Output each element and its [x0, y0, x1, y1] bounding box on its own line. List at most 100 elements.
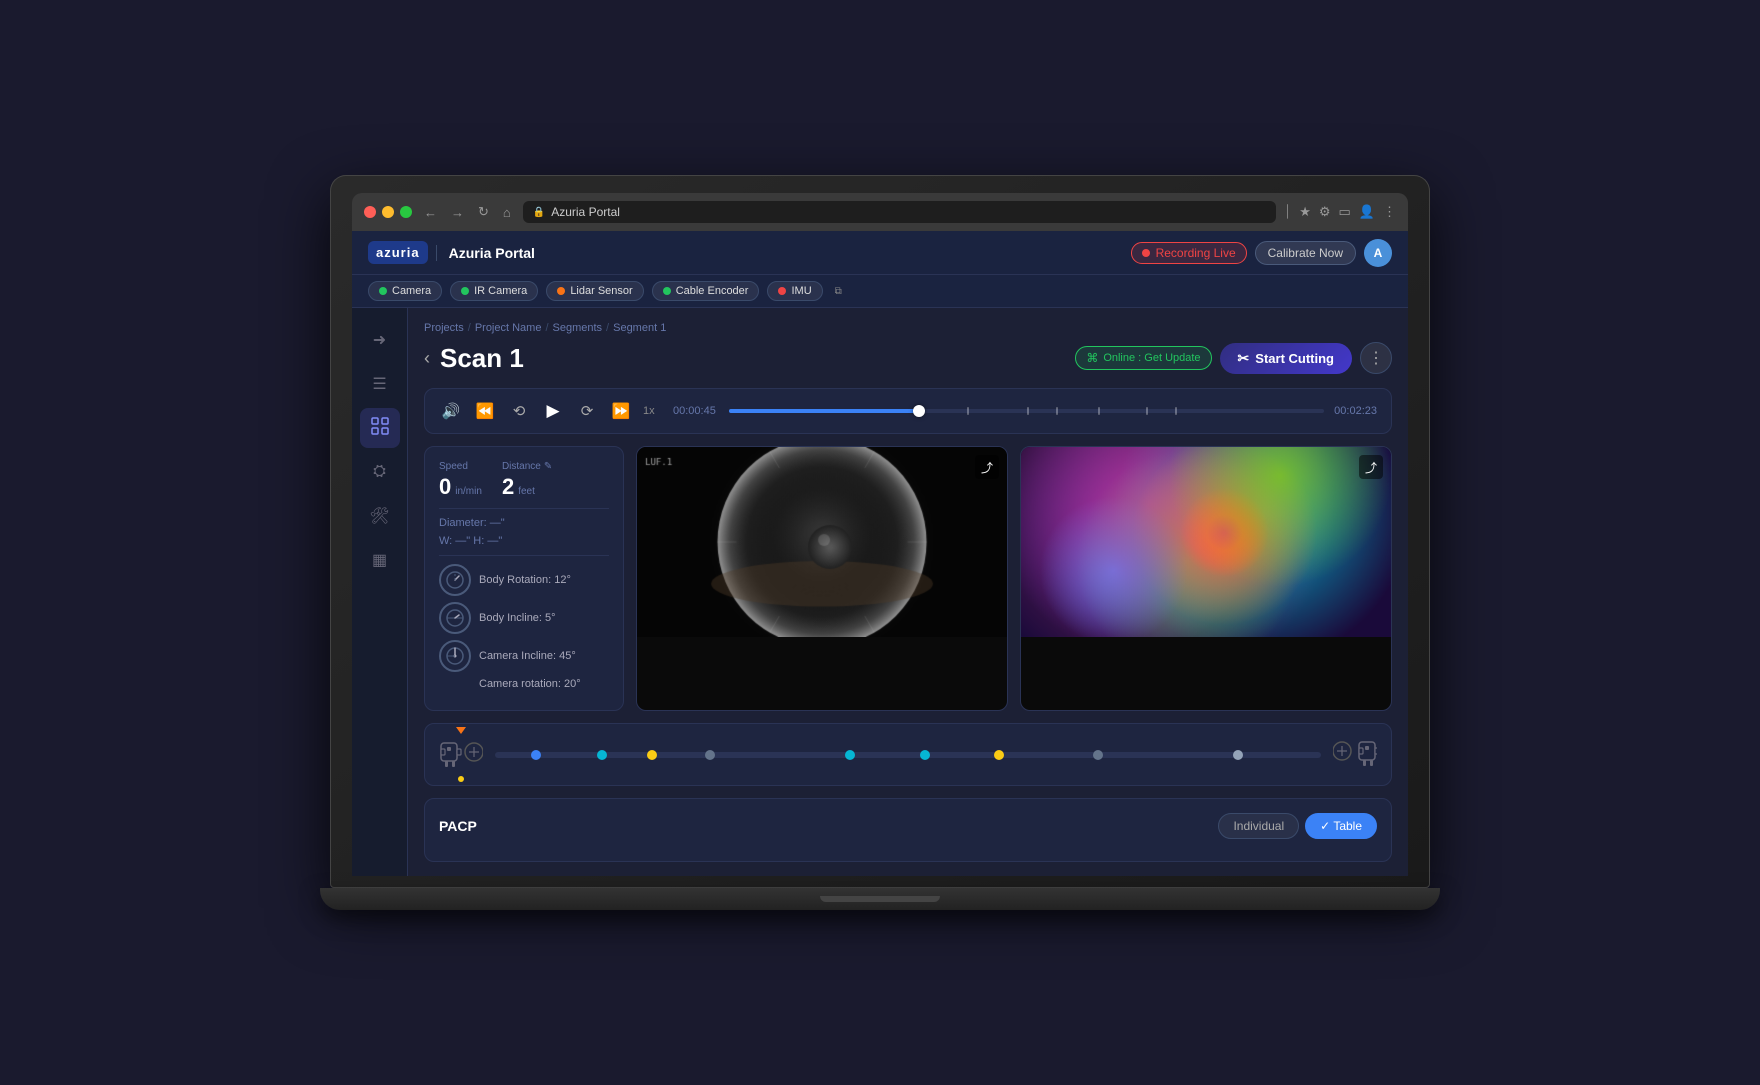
timeline-dot-7[interactable]	[1093, 750, 1103, 760]
play-button[interactable]: ▶	[541, 399, 565, 423]
breadcrumb: Projects / Project Name / Segments / Seg…	[424, 322, 1392, 334]
speed-distance-row: Speed 0 in/min Distance	[439, 461, 609, 500]
breadcrumb-segment1[interactable]: Segment 1	[613, 322, 666, 334]
refresh-nav-icon[interactable]: ↻	[474, 202, 493, 222]
start-cutting-button[interactable]: ✂ Start Cutting	[1220, 343, 1352, 374]
laptop-shell: ← → ↻ ⌂ 🔒 Azuria Portal ⏐ ★ ⚙ ▭ 👤 ⋮	[330, 175, 1430, 910]
user-avatar[interactable]: A	[1364, 239, 1392, 267]
speed-label: Speed	[439, 461, 482, 472]
extension-icon[interactable]: ⚙	[1319, 204, 1331, 220]
body-incline-text: Body Incline: 5°	[479, 612, 556, 624]
browser-close-btn[interactable]	[364, 206, 376, 218]
logo-text: azuria	[376, 245, 420, 260]
sidebar-item-list[interactable]: ☰	[360, 364, 400, 404]
back-nav-icon[interactable]: ←	[420, 203, 441, 222]
list-icon: ☰	[372, 374, 386, 394]
sidebar-toggle-icon[interactable]: ▭	[1339, 204, 1351, 220]
top-bar: azuria Azuria Portal Recording Live Cali…	[352, 231, 1408, 275]
browser-address-bar[interactable]: 🔒 Azuria Portal	[523, 201, 1276, 223]
skip-back-button[interactable]: ⟲	[507, 399, 531, 423]
browser-nav-icons: ← → ↻ ⌂	[420, 202, 515, 222]
timeline-dot-6[interactable]	[994, 750, 1004, 760]
expand-camera-icon[interactable]: ⤴	[975, 455, 999, 479]
sensor-cable-encoder[interactable]: Cable Encoder	[652, 281, 760, 301]
browser-min-btn[interactable]	[382, 206, 394, 218]
sidebar-item-report[interactable]: ▦	[360, 540, 400, 580]
timeline-dot-1[interactable]	[597, 750, 607, 760]
home-nav-icon[interactable]: ⌂	[499, 203, 515, 222]
timeline-dot-4[interactable]	[845, 750, 855, 760]
scan-icon	[371, 417, 389, 440]
end-time: 00:02:23	[1334, 405, 1377, 417]
metrics-panel: Speed 0 in/min Distance	[424, 446, 624, 711]
bookmark-icon[interactable]: ★	[1299, 204, 1311, 220]
breadcrumb-segments[interactable]: Segments	[553, 322, 603, 334]
sidebar-item-settings[interactable]: ⛭	[360, 452, 400, 492]
sidebar-item-navigate[interactable]: ➜	[360, 320, 400, 360]
timeline-end-robot	[1333, 734, 1377, 775]
timeline-dot-5[interactable]	[920, 750, 930, 760]
distance-label: Distance ✎	[502, 461, 552, 472]
lidar-status-dot	[557, 287, 565, 295]
browser-chrome: ← → ↻ ⌂ 🔒 Azuria Portal ⏐ ★ ⚙ ▭ 👤 ⋮	[352, 193, 1408, 876]
sensor-lidar[interactable]: Lidar Sensor	[546, 281, 643, 301]
timeline-dot-3[interactable]	[705, 750, 715, 760]
pacp-header: PACP Individual ✓ Table	[439, 813, 1377, 839]
browser-max-btn[interactable]	[400, 206, 412, 218]
recording-dot	[1142, 249, 1150, 257]
body-rotation-text: Body Rotation: 12°	[479, 574, 571, 586]
calibrate-button[interactable]: Calibrate Now	[1255, 241, 1356, 265]
breadcrumb-project-name[interactable]: Project Name	[475, 322, 542, 334]
start-cutting-label: Start Cutting	[1255, 351, 1334, 366]
body-rotation-icon	[439, 564, 471, 596]
browser-title-bar: ← → ↻ ⌂ 🔒 Azuria Portal ⏐ ★ ⚙ ▭ 👤 ⋮	[352, 193, 1408, 231]
track-marker-2	[1027, 407, 1029, 415]
player-track[interactable]	[729, 409, 1324, 413]
timeline-track[interactable]	[495, 752, 1321, 758]
external-link-icon[interactable]: ⧉	[835, 286, 842, 297]
account-icon[interactable]: 👤	[1359, 204, 1375, 220]
lock-icon: 🔒	[533, 207, 545, 218]
forward-nav-icon[interactable]: →	[447, 203, 468, 222]
sensor-camera[interactable]: Camera	[368, 281, 442, 301]
app-title: Azuria Portal	[436, 245, 535, 261]
sidebar-item-scan[interactable]	[360, 408, 400, 448]
sensor-ir-camera[interactable]: IR Camera	[450, 281, 538, 301]
table-view-button[interactable]: ✓ Table	[1305, 813, 1377, 839]
more-options-button[interactable]: ⋮	[1360, 342, 1392, 374]
timeline-section	[424, 723, 1392, 786]
volume-button[interactable]: 🔊	[439, 399, 463, 423]
metrics-divider-2	[439, 555, 609, 556]
diameter-row: Diameter: —"	[439, 517, 609, 529]
player-thumb[interactable]	[913, 405, 925, 417]
share-icon[interactable]: ⏐	[1284, 204, 1291, 220]
page-header-left: ‹ Scan 1	[424, 343, 524, 374]
app-container: azuria Azuria Portal Recording Live Cali…	[352, 231, 1408, 876]
timeline-dot-2[interactable]	[647, 750, 657, 760]
fast-forward-button[interactable]: ⏩	[609, 399, 633, 423]
playback-speed[interactable]: 1x	[643, 405, 663, 417]
content-area: Projects / Project Name / Segments / Seg…	[408, 308, 1408, 876]
menu-icon[interactable]: ⋮	[1383, 204, 1396, 220]
track-marker-1	[967, 407, 969, 415]
edit-distance-icon[interactable]: ✎	[544, 461, 552, 472]
breadcrumb-projects[interactable]: Projects	[424, 322, 464, 334]
camera-feed: ⤴	[636, 446, 1008, 711]
speed-unit: in/min	[455, 486, 482, 497]
logo-badge: azuria	[368, 241, 428, 264]
sidebar-item-robot[interactable]: 🛠	[360, 496, 400, 536]
timeline-dot-0[interactable]	[531, 750, 541, 760]
robot-dot	[458, 776, 464, 782]
back-button[interactable]: ‹	[424, 349, 430, 367]
player-progress-fill	[729, 409, 919, 413]
thermal-canvas	[1021, 447, 1391, 637]
thermal-feed: ⤴	[1020, 446, 1392, 711]
timeline-dot-8[interactable]	[1233, 750, 1243, 760]
pacp-view-toggle: Individual ✓ Table	[1218, 813, 1377, 839]
expand-thermal-icon[interactable]: ⤴	[1359, 455, 1383, 479]
settings-icon: ⛭	[373, 463, 386, 481]
sensor-imu[interactable]: IMU	[767, 281, 822, 301]
rewind-button[interactable]: ⏪	[473, 399, 497, 423]
skip-forward-button[interactable]: ⟳	[575, 399, 599, 423]
individual-view-button[interactable]: Individual	[1218, 813, 1299, 839]
